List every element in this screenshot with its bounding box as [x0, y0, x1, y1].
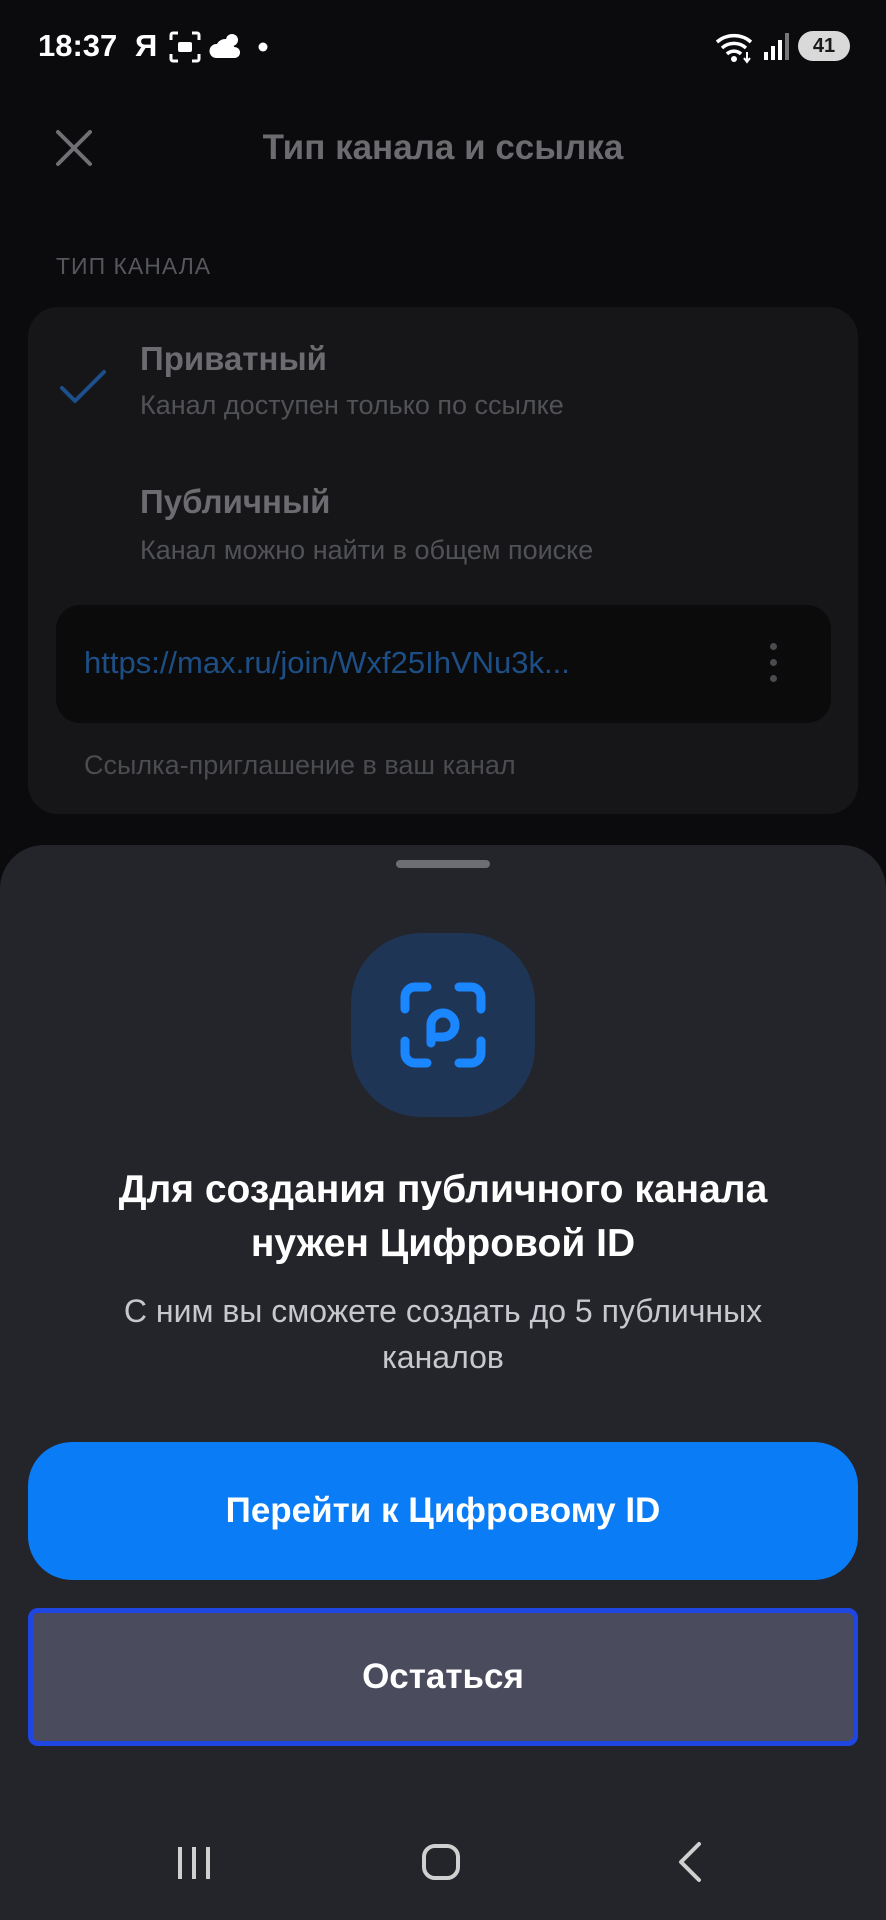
invite-link-hint: Ссылка-приглашение в ваш канал [84, 750, 516, 780]
option-public-title[interactable]: Публичный [140, 483, 330, 521]
scan-icon [169, 31, 201, 63]
status-time: 18:37 [38, 28, 118, 63]
sheet-title-line2: нужен Цифровой ID [250, 1222, 636, 1265]
digital-id-icon-container [351, 933, 535, 1117]
checkmark-icon [60, 370, 106, 403]
go-to-digital-id-button[interactable]: Перейти к Цифровому ID [28, 1442, 858, 1580]
more-options-icon[interactable] [765, 643, 781, 687]
invite-link-text[interactable]: https://max.ru/join/Wxf25IhVNu3k... [84, 645, 694, 681]
recent-apps-icon[interactable] [175, 1845, 213, 1881]
notification-dot-icon [258, 42, 268, 52]
section-label: ТИП КАНАЛА [56, 253, 212, 279]
wifi-icon [715, 34, 753, 64]
option-public-subtitle: Канал можно найти в общем поиске [140, 535, 594, 565]
option-private-subtitle: Канал доступен только по ссылке [140, 390, 564, 420]
back-icon[interactable] [675, 1840, 705, 1884]
status-bar: 18:37 Я 41 [0, 0, 886, 96]
sheet-drag-handle[interactable] [396, 860, 490, 868]
sheet-title-line1: Для создания публичного канала [118, 1168, 768, 1211]
battery-indicator: 41 [798, 31, 850, 61]
home-icon[interactable] [422, 1844, 460, 1880]
weather-icon [209, 34, 241, 58]
sheet-subtitle-line1: С ним вы сможете создать до 5 публичных [123, 1293, 763, 1329]
page-title: Тип канала и ссылка [262, 128, 624, 167]
sheet-title: Для создания публичного канала нужен Циф… [40, 1163, 846, 1271]
sheet-subtitle-line2: каналов [382, 1339, 504, 1375]
yandex-icon: Я [135, 28, 158, 63]
signal-icon [764, 33, 789, 60]
option-private-title[interactable]: Приватный [140, 340, 327, 378]
sheet-subtitle: С ним вы сможете создать до 5 публичных … [40, 1288, 846, 1380]
digital-id-icon [400, 982, 486, 1068]
stay-button[interactable]: Остаться [28, 1608, 858, 1746]
